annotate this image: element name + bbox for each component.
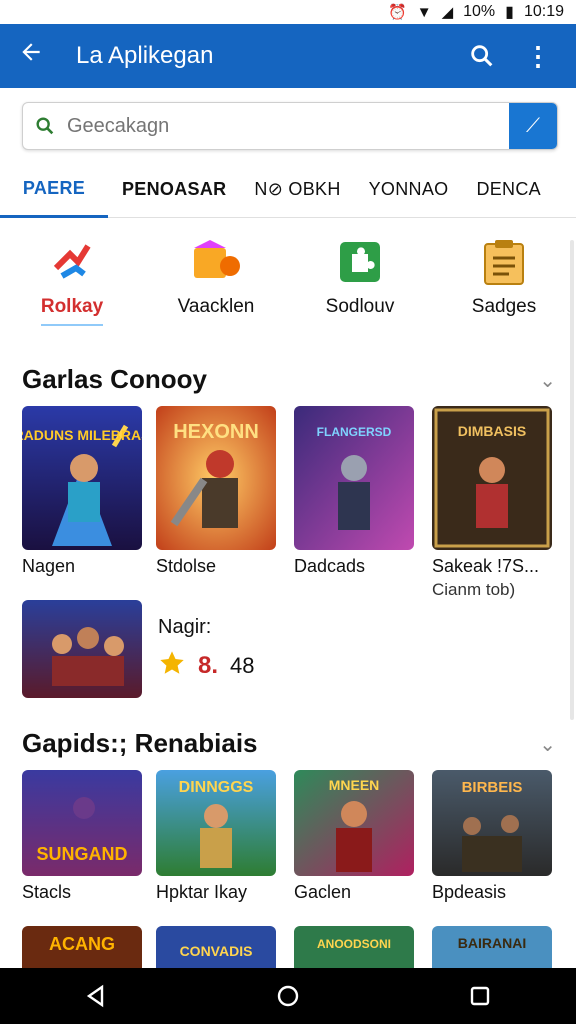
tile-label: Dadcads <box>294 556 366 576</box>
tab-bar: PAERE PENOASAR N⊘ OBKH YONNAO DENCA <box>0 162 576 218</box>
back-arrow-icon[interactable] <box>18 39 58 73</box>
tab-nobkh[interactable]: N⊘ OBKH <box>240 162 354 218</box>
scrollbar[interactable] <box>570 240 574 720</box>
tile-art-title: BAIRANAI <box>458 935 526 951</box>
category-label: Rolkay <box>40 296 104 326</box>
tile-art-title: ANOODSONI <box>317 937 391 951</box>
game-tile[interactable]: RADUNS MILEBRAS <box>22 406 142 550</box>
alarm-icon: ⏰ <box>388 4 407 21</box>
game-tile[interactable]: DINNGGS <box>156 770 276 876</box>
tile-art-title: DINNGGS <box>179 779 254 796</box>
tab-paere[interactable]: PAERE <box>0 162 108 218</box>
signal-icon: ◢ <box>441 4 454 21</box>
search-input[interactable] <box>67 103 509 149</box>
tile-label: Hpktar Ikay <box>156 882 248 902</box>
chevron-down-icon[interactable]: ⌄ <box>539 732 556 757</box>
page-title: La Aplikegan <box>76 42 214 69</box>
puzzle-piece-icon <box>334 236 386 288</box>
tile-art-title: SUNGAND <box>36 844 127 864</box>
game-tile[interactable]: CONVADIS <box>156 926 276 968</box>
tile-label: Sakeak !7S... <box>432 556 540 576</box>
tile-art-title: RADUNS MILEBRAS <box>22 427 142 443</box>
game-tile[interactable]: BAIRANAI <box>432 926 552 968</box>
search-icon[interactable] <box>462 36 502 76</box>
tile-art-title: MNEEN <box>329 777 380 793</box>
tab-denca[interactable]: DENCA <box>462 162 555 218</box>
section-title: Garlas Conooy <box>22 364 207 394</box>
battery-icon: ▮ <box>505 4 514 21</box>
back-triangle-icon[interactable] <box>66 976 126 1016</box>
game-tile[interactable]: ANOODSONI <box>294 926 414 968</box>
section-title: Gapids:; Renabiais <box>22 728 258 758</box>
tile-art-title: BIRBEIS <box>462 779 523 796</box>
game-tile[interactable]: HEXONN <box>156 406 276 550</box>
clipboard-icon <box>478 236 530 288</box>
tile-art-title: FLANGERSD <box>317 425 392 439</box>
tile-label: Stacls <box>22 882 72 902</box>
tile-label: Gaclen <box>294 882 352 902</box>
search-icon <box>23 103 67 149</box>
search-submit-button[interactable]: ⟋ <box>509 103 557 149</box>
status-bar: ⏰ ▼ ◢ 10% ▮ 10:19 <box>0 0 576 24</box>
tile-art-title: ACANG <box>49 934 115 954</box>
box-icon <box>190 236 242 288</box>
app-bar: La Aplikegan ⋮ <box>0 24 576 88</box>
tile-art-title: DIMBASIS <box>458 423 526 439</box>
puzzle-arrows-icon <box>46 236 98 288</box>
battery-level: 10% <box>463 3 496 20</box>
game-tile[interactable]: ACANG <box>22 926 142 968</box>
game-tile[interactable]: SUNGAND <box>22 770 142 876</box>
more-vert-icon[interactable]: ⋮ <box>518 36 558 76</box>
category-label: Sadges <box>471 296 537 317</box>
game-tile[interactable] <box>22 600 142 698</box>
arrow-icon: ⟋ <box>526 114 540 137</box>
rating-block: Nagir: 8. 48 <box>158 616 255 683</box>
game-tile[interactable]: DIMBASIS <box>432 406 552 550</box>
tab-penoasar[interactable]: PENOASAR <box>108 162 240 218</box>
tile-sublabel: Cianm tob) <box>432 580 516 599</box>
category-row: Rolkay Vaacklen Sodlouv Sadges <box>0 236 576 340</box>
search-bar: ⟋ <box>22 102 558 150</box>
tile-art-title: HEXONN <box>173 421 259 443</box>
rating-title: Nagir: <box>158 616 212 638</box>
tile-label: Nagen <box>22 556 76 576</box>
category-vaacklen[interactable]: Vaacklen <box>156 236 276 340</box>
clock: 10:19 <box>523 3 564 20</box>
star-icon <box>158 649 186 683</box>
tile-label: Bpdeasis <box>432 882 507 902</box>
home-circle-icon[interactable] <box>258 976 318 1016</box>
game-tile[interactable]: MNEEN <box>294 770 414 876</box>
wifi-icon: ▼ <box>416 3 432 21</box>
category-sadges[interactable]: Sadges <box>444 236 564 340</box>
category-label: Sodlouv <box>325 296 395 317</box>
game-tile[interactable]: BIRBEIS <box>432 770 552 876</box>
system-nav-bar <box>0 968 576 1024</box>
rating-value: 8. <box>198 652 219 679</box>
recents-square-icon[interactable] <box>450 976 510 1016</box>
chevron-down-icon[interactable]: ⌄ <box>539 368 556 393</box>
rating-count: 48 <box>230 653 255 678</box>
category-sodlouv[interactable]: Sodlouv <box>300 236 420 340</box>
tile-label: Stdolse <box>156 556 217 576</box>
category-rolkay[interactable]: Rolkay <box>12 236 132 340</box>
game-tile[interactable]: FLANGERSD <box>294 406 414 550</box>
category-label: Vaacklen <box>177 296 255 317</box>
tab-yonnao[interactable]: YONNAO <box>355 162 463 218</box>
tile-art-title: CONVADIS <box>180 943 253 959</box>
